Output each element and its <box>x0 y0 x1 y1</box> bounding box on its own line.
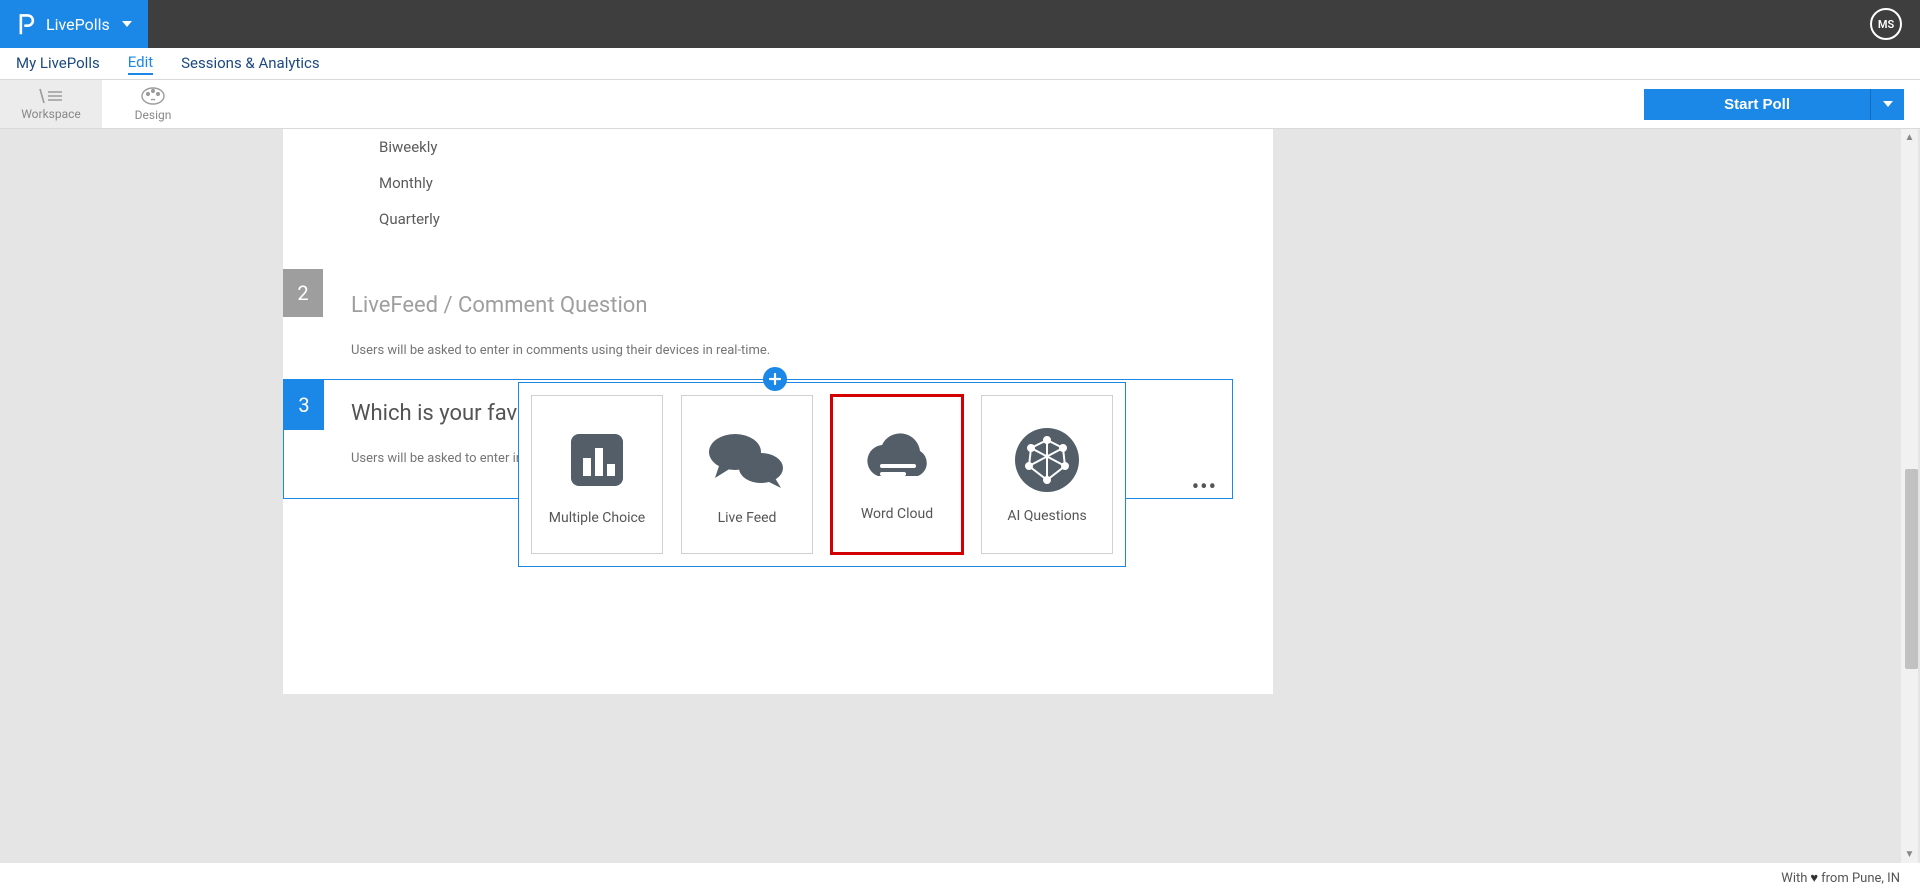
question-2-title: LiveFeed / Comment Question <box>351 293 648 318</box>
option-quarterly[interactable]: Quarterly <box>379 201 440 237</box>
add-question-button[interactable] <box>763 367 787 391</box>
scroll-down-icon[interactable]: ▼ <box>1901 846 1918 863</box>
picker-word-cloud[interactable]: Word Cloud <box>831 395 963 554</box>
toolbar: Workspace Design Start Poll <box>0 80 1920 129</box>
footer-prefix: With <box>1781 871 1807 886</box>
footer-suffix: from Pune, IN <box>1821 871 1900 886</box>
question-type-picker: Multiple Choice Live Feed Word Cloud AI … <box>518 382 1126 567</box>
answer-options: Biweekly Monthly Quarterly <box>379 129 440 237</box>
design-icon <box>140 86 166 106</box>
picker-lf-label: Live Feed <box>718 510 777 526</box>
main-area: Biweekly Monthly Quarterly 2 LiveFeed / … <box>0 129 1920 863</box>
workspace-icon <box>37 87 65 105</box>
brand-dropdown[interactable]: LivePolls <box>0 0 148 48</box>
network-icon <box>1013 426 1081 494</box>
toolbar-right: Start Poll <box>1644 89 1904 120</box>
scroll-up-icon[interactable]: ▲ <box>1901 129 1918 146</box>
nav-sessions[interactable]: Sessions & Analytics <box>181 54 319 74</box>
picker-multiple-choice[interactable]: Multiple Choice <box>531 395 663 554</box>
footer: With ♥ from Pune, IN <box>0 863 1920 893</box>
caret-down-icon <box>122 21 132 27</box>
subnav: My LivePolls Edit Sessions & Analytics <box>0 48 1920 80</box>
question-3-number: 3 <box>284 380 324 430</box>
question-2-description: Users will be asked to enter in comments… <box>351 343 770 358</box>
brand-label: LivePolls <box>46 15 110 34</box>
heart-icon: ♥ <box>1810 870 1818 886</box>
option-monthly[interactable]: Monthly <box>379 165 440 201</box>
tool-design[interactable]: Design <box>102 80 204 128</box>
option-biweekly[interactable]: Biweekly <box>379 129 440 165</box>
tool-design-label: Design <box>135 108 172 122</box>
caret-down-icon <box>1883 101 1893 107</box>
chat-icon <box>701 424 793 496</box>
start-poll-button[interactable]: Start Poll <box>1644 89 1870 120</box>
picker-wc-label: Word Cloud <box>861 506 933 522</box>
topbar: LivePolls MS <box>0 0 1920 48</box>
scrollbar-thumb[interactable] <box>1905 469 1918 669</box>
tool-workspace[interactable]: Workspace <box>0 80 102 128</box>
topbar-left: LivePolls <box>0 0 148 48</box>
picker-live-feed[interactable]: Live Feed <box>681 395 813 554</box>
question-3-title: Which is your favo <box>351 401 530 426</box>
picker-ai-label: AI Questions <box>1007 508 1086 524</box>
bar-chart-icon <box>561 424 633 496</box>
user-avatar[interactable]: MS <box>1870 8 1902 40</box>
nav-my-livepolls[interactable]: My LivePolls <box>16 54 100 74</box>
question-3-more-icon[interactable]: ••• <box>1192 475 1217 500</box>
start-poll-dropdown[interactable] <box>1870 89 1904 120</box>
cloud-icon <box>854 428 940 492</box>
picker-mc-label: Multiple Choice <box>549 510 645 526</box>
avatar-initials: MS <box>1878 18 1894 31</box>
picker-ai-questions[interactable]: AI Questions <box>981 395 1113 554</box>
editor-canvas: Biweekly Monthly Quarterly 2 LiveFeed / … <box>283 129 1273 694</box>
question-2-number: 2 <box>283 269 323 317</box>
plus-icon <box>769 373 781 385</box>
question-3-description: Users will be asked to enter in <box>351 451 523 466</box>
brand-logo-icon <box>16 12 36 36</box>
toolbar-left: Workspace Design <box>0 80 204 128</box>
tool-workspace-label: Workspace <box>21 107 81 121</box>
nav-edit[interactable]: Edit <box>128 53 153 75</box>
